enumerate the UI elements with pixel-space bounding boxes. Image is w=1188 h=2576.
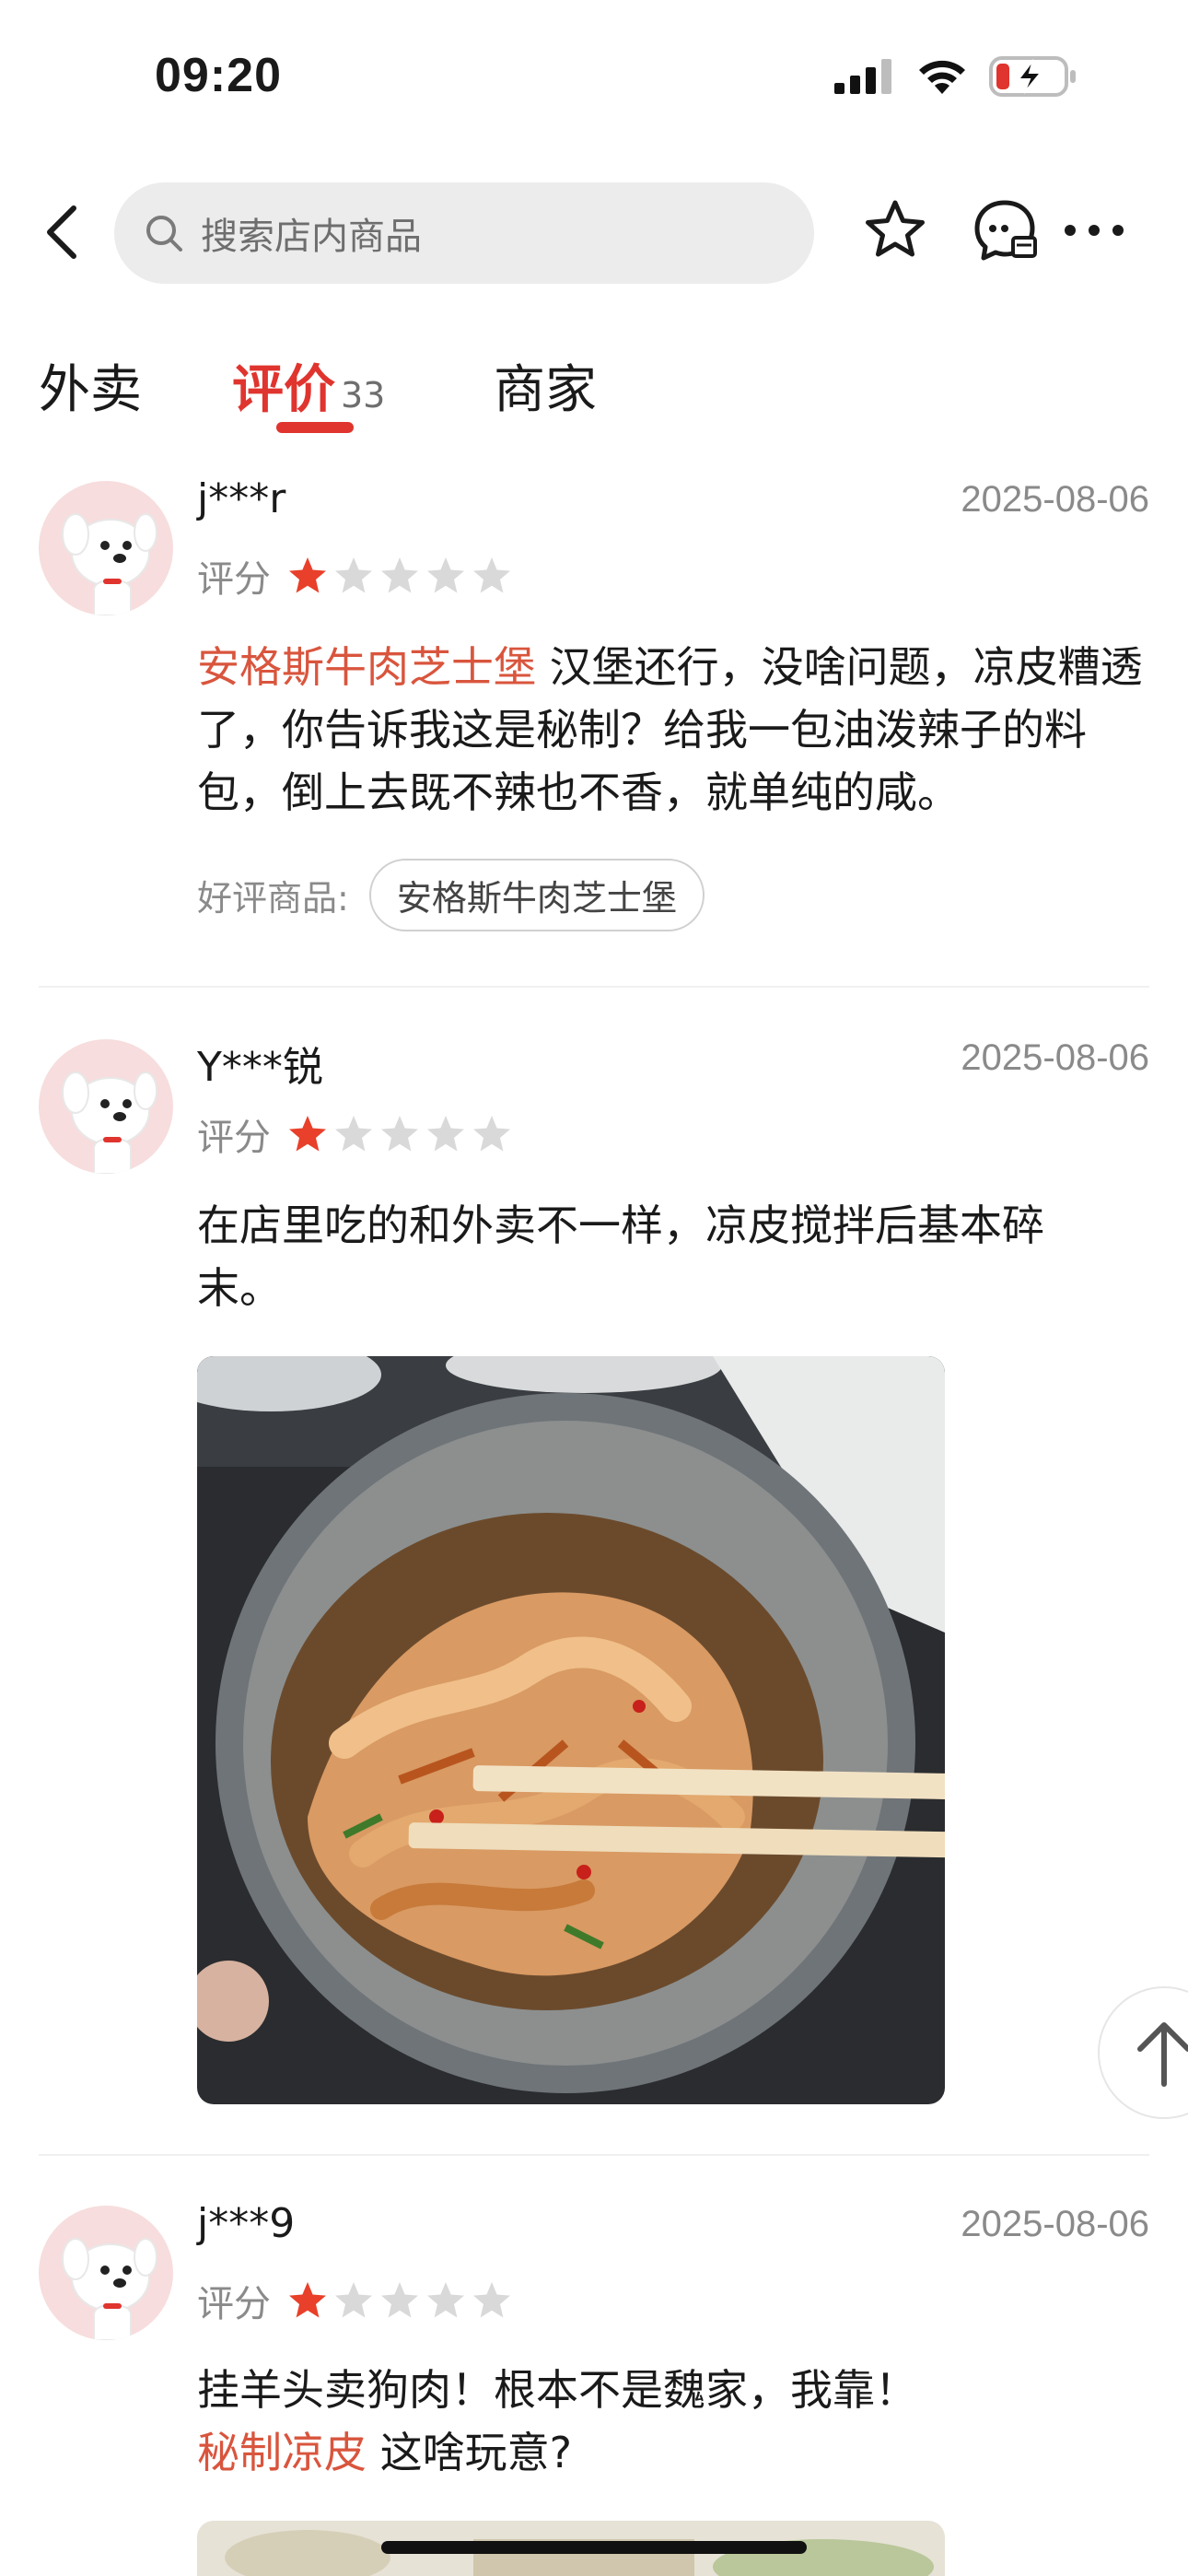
wifi-icon xyxy=(919,60,965,94)
good-review-product-chip[interactable]: 安格斯牛肉芝士堡 xyxy=(368,859,705,931)
tab-reviews-label: 评价 xyxy=(232,360,335,420)
review-date: 2025-08-06 xyxy=(961,1037,1149,1078)
rating-label: 评分 xyxy=(197,1117,271,1159)
star-filled-icon xyxy=(289,557,326,593)
rating-row: 评分 xyxy=(197,1107,512,1161)
rating-label: 评分 xyxy=(197,2283,271,2325)
rating-row: 评分 xyxy=(197,2274,512,2327)
chat-store-icon xyxy=(974,200,1037,261)
star-empty-icon xyxy=(335,1116,372,1152)
review-username: j***9 xyxy=(197,2200,296,2247)
review-product-link[interactable]: 安格斯牛肉芝士堡 xyxy=(197,642,536,692)
review-date: 2025-08-06 xyxy=(961,2204,1149,2244)
tab-active-indicator xyxy=(276,422,354,433)
star-empty-icon xyxy=(473,557,510,593)
review-text: 挂羊头卖狗肉！根本不是魏家，我靠！ 秘制凉皮 这啥玩意? xyxy=(197,2359,1155,2484)
avatar xyxy=(39,481,173,615)
review-date: 2025-08-06 xyxy=(961,479,1149,520)
status-icons xyxy=(834,55,1077,98)
tab-merchant[interactable]: 商家 xyxy=(494,348,597,423)
star-empty-icon xyxy=(473,1116,510,1152)
rating-label: 评分 xyxy=(197,558,271,601)
tab-takeout[interactable]: 外卖 xyxy=(39,348,142,423)
search-icon xyxy=(146,216,182,252)
review-text: 安格斯牛肉芝士堡 汉堡还行，没啥问题，凉皮糟透了，你告诉我这是秘制？给我一包油泼… xyxy=(197,636,1155,824)
avatar xyxy=(39,2206,173,2340)
divider xyxy=(39,986,1149,988)
more-button[interactable] xyxy=(1061,208,1127,256)
search-placeholder: 搜索店内商品 xyxy=(201,216,422,258)
good-review-products: 好评商品: 安格斯牛肉芝士堡 xyxy=(197,859,705,931)
noodle-bowl-image xyxy=(197,1356,945,2104)
more-dots-icon xyxy=(1065,225,1124,236)
review-body-tail: 这啥玩意? xyxy=(367,2428,573,2477)
star-rating xyxy=(287,2280,512,2321)
star-filled-icon xyxy=(289,1116,326,1152)
tab-reviews-count: 33 xyxy=(341,375,386,416)
star-empty-icon xyxy=(427,557,464,593)
star-empty-icon xyxy=(381,557,418,593)
battery-charging-icon xyxy=(989,56,1076,97)
review-username: j***r xyxy=(197,475,286,522)
cellular-signal-icon xyxy=(834,59,891,94)
tab-reviews[interactable]: 评价 33 xyxy=(232,348,385,423)
customer-service-button[interactable] xyxy=(971,197,1039,269)
star-outline-icon xyxy=(866,200,925,257)
divider xyxy=(39,2154,1149,2156)
star-rating xyxy=(287,1114,512,1154)
scroll-to-top-button[interactable] xyxy=(1098,1986,1188,2119)
star-empty-icon xyxy=(381,2282,418,2318)
review-body: 挂羊头卖狗肉！根本不是魏家，我靠！ xyxy=(197,2365,917,2415)
home-indicator xyxy=(381,2541,807,2554)
star-empty-icon xyxy=(335,2282,372,2318)
star-empty-icon xyxy=(427,2282,464,2318)
star-filled-icon xyxy=(289,2282,326,2318)
rating-row: 评分 xyxy=(197,549,512,603)
review-text: 在店里吃的和外卖不一样，凉皮搅拌后基本碎末。 xyxy=(197,1200,1044,1313)
status-time: 09:20 xyxy=(155,49,282,102)
review-product-link[interactable]: 秘制凉皮 xyxy=(197,2428,367,2477)
review-photo[interactable] xyxy=(197,1356,945,2104)
joy-dog-avatar-icon xyxy=(62,1071,157,1174)
back-button[interactable] xyxy=(33,195,92,269)
arrow-up-icon xyxy=(1137,2022,1188,2087)
good-review-label: 好评商品: xyxy=(197,878,349,919)
star-empty-icon xyxy=(427,1116,464,1152)
joy-dog-avatar-icon xyxy=(62,513,157,615)
star-empty-icon xyxy=(473,2282,510,2318)
favorite-button[interactable] xyxy=(862,197,928,267)
review-username: Y***锐 xyxy=(197,1044,323,1091)
star-empty-icon xyxy=(335,557,372,593)
joy-dog-avatar-icon xyxy=(62,2238,157,2340)
star-rating xyxy=(287,556,512,596)
avatar xyxy=(39,1039,173,1174)
star-empty-icon xyxy=(381,1116,418,1152)
chevron-left-icon xyxy=(47,205,76,259)
search-input[interactable]: 搜索店内商品 xyxy=(114,182,814,284)
